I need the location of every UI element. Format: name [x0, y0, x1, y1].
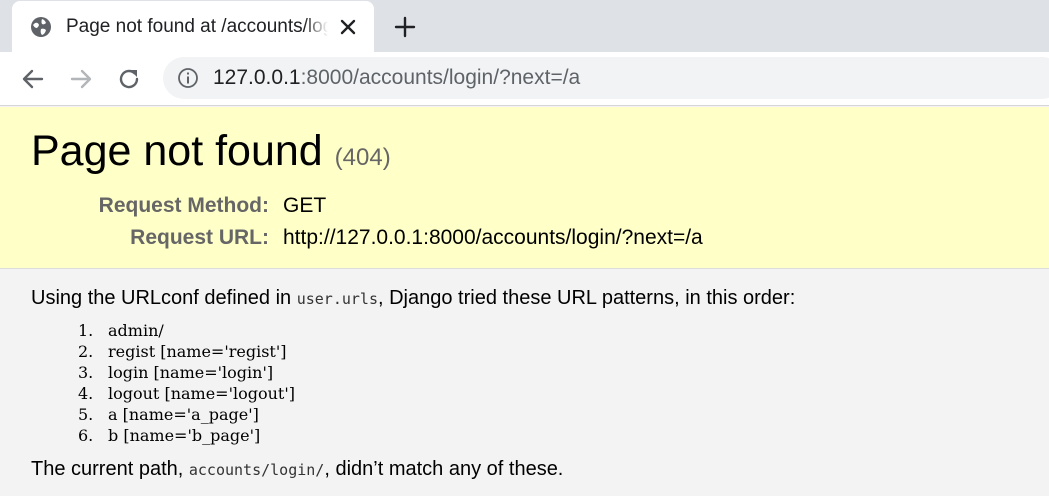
close-icon[interactable] — [336, 15, 360, 39]
info-icon[interactable] — [177, 67, 199, 89]
status-code: (404) — [334, 144, 391, 171]
pattern-text: b [name='b_page'] — [108, 426, 261, 445]
list-item: 2. regist [name='regist'] — [78, 341, 295, 362]
tab-strip: Page not found at /accounts/login/ — [0, 0, 1049, 52]
intro-text-end: , Django tried these URL patterns, in th… — [378, 287, 796, 309]
arrow-right-icon[interactable] — [67, 65, 95, 93]
pattern-text: a [name='a_page'] — [108, 405, 259, 424]
url-host: 127.0.0.1 — [213, 66, 301, 89]
request-url-label: Request URL: — [130, 226, 269, 249]
plus-icon[interactable] — [390, 12, 420, 42]
address-text[interactable]: 127.0.0.1:8000/accounts/login/?next=/a — [213, 66, 580, 90]
pattern-number: 2. — [78, 342, 94, 361]
pattern-text: regist [name='regist'] — [108, 342, 287, 361]
request-method-label: Request Method: — [98, 194, 269, 217]
urlconf-module: user.urls — [296, 290, 378, 308]
page-title: Page not found (404) — [31, 127, 391, 182]
current-path-code: accounts/login/ — [188, 461, 325, 479]
list-item: 6. b [name='b_page'] — [78, 425, 295, 446]
pattern-text: admin/ — [108, 321, 164, 340]
list-item: 3. login [name='login'] — [78, 362, 295, 383]
error-summary: Page not found (404) Request Method: GET… — [0, 107, 1049, 269]
arrow-left-icon[interactable] — [19, 65, 47, 93]
current-path-text-end: , didn’t match any of these. — [324, 458, 564, 480]
pattern-number: 5. — [78, 405, 94, 424]
request-method-row: Request Method: GET — [0, 193, 800, 219]
browser-tab[interactable]: Page not found at /accounts/login/ — [12, 1, 374, 52]
pattern-number: 4. — [78, 384, 94, 403]
page-title-text: Page not found — [31, 127, 323, 175]
error-info: Using the URLconf defined in user.urls, … — [0, 270, 1049, 496]
pattern-number: 6. — [78, 426, 94, 445]
intro-text: Using the URLconf defined in — [31, 287, 297, 309]
request-url-value: http://127.0.0.1:8000/accounts/login/?ne… — [283, 226, 703, 249]
list-item: 5. a [name='a_page'] — [78, 404, 295, 425]
url-pattern-list: 1. admin/ 2. regist [name='regist'] 3. logi… — [78, 320, 295, 446]
list-item: 1. admin/ — [78, 320, 295, 341]
current-path-text: The current path, — [31, 458, 189, 480]
url-path: :8000/accounts/login/?next=/a — [300, 66, 581, 89]
browser-toolbar: 127.0.0.1:8000/accounts/login/?next=/a — [0, 52, 1049, 106]
pattern-number: 1. — [78, 321, 94, 340]
pattern-number: 3. — [78, 363, 94, 382]
globe-icon — [31, 17, 51, 37]
pattern-text: login [name='login'] — [108, 363, 274, 382]
list-item: 4. logout [name='logout'] — [78, 383, 295, 404]
reload-icon[interactable] — [115, 65, 143, 93]
address-bar[interactable]: 127.0.0.1:8000/accounts/login/?next=/a — [163, 57, 1049, 99]
current-path-message: The current path, accounts/login/, didn’… — [31, 456, 563, 483]
request-url-row: Request URL: http://127.0.0.1:8000/accou… — [0, 225, 800, 251]
tab-title: Page not found at /accounts/login/ — [66, 16, 328, 38]
pattern-text: logout [name='logout'] — [108, 384, 295, 403]
urlconf-intro: Using the URLconf defined in user.urls, … — [31, 285, 795, 312]
request-method-value: GET — [283, 194, 327, 217]
